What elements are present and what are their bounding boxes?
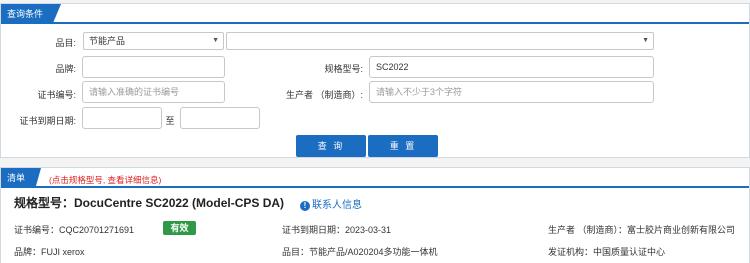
contact-info-label: 联系人信息 bbox=[312, 200, 362, 211]
list-panel-header: 清单 (点击规格型号, 查看详细信息) bbox=[1, 168, 749, 188]
list-hint: (点击规格型号, 查看详细信息) bbox=[49, 175, 162, 185]
expiry-to-input[interactable] bbox=[180, 107, 260, 129]
subcategory-select[interactable]: ▼ bbox=[226, 32, 654, 50]
cert-no-label: 证书编号: bbox=[37, 90, 76, 100]
cert-no-value: 证书编号：CQC20701271691 bbox=[14, 225, 135, 235]
model-input[interactable]: SC2022 bbox=[369, 56, 654, 78]
model-label: 规格型号: bbox=[324, 64, 363, 74]
status-badge: 有效 bbox=[163, 221, 196, 235]
brand-label: 品牌: bbox=[55, 64, 76, 74]
product-model-link[interactable]: 规格型号：DocuCentre SC2022 (Model-CPS DA) bbox=[14, 194, 284, 211]
category-value: 品目：节能产品/A020204多功能一体机 bbox=[282, 247, 438, 257]
query-tab: 查询条件 bbox=[1, 4, 62, 24]
list-tab: 清单 bbox=[1, 168, 42, 188]
search-button[interactable]: 查 询 bbox=[296, 135, 366, 157]
cert-no-input[interactable]: 请输入准确的证书编号 bbox=[82, 81, 225, 103]
expiry-label: 证书到期日期: bbox=[19, 116, 76, 126]
category-select[interactable]: 节能产品 ▼ bbox=[83, 32, 224, 50]
producer-input[interactable]: 请输入不少于3个字符 bbox=[369, 81, 654, 103]
expiry-value: 证书到期日期：2023-03-31 bbox=[282, 225, 392, 235]
info-icon: ! bbox=[300, 201, 310, 211]
producer-label: 生产者 （制造商）: bbox=[285, 90, 363, 100]
expiry-from-input[interactable] bbox=[82, 107, 162, 129]
query-panel-header: 查询条件 bbox=[1, 4, 749, 24]
reset-button[interactable]: 重 置 bbox=[368, 135, 438, 157]
chevron-down-icon: ▼ bbox=[642, 37, 649, 44]
chevron-down-icon: ▼ bbox=[212, 37, 219, 44]
expiry-to-label: 至 bbox=[165, 116, 175, 126]
issuer-value: 发证机构：中国质量认证中心 bbox=[548, 247, 666, 257]
contact-info-link[interactable]: ! 联系人信息 bbox=[300, 196, 362, 211]
brand-value: 品牌：FUJI xerox bbox=[14, 247, 85, 257]
producer-value: 生产者 （制造商）：富士胶片商业创新有限公司 bbox=[548, 225, 736, 235]
category-label: 品目: bbox=[55, 38, 76, 48]
brand-input[interactable] bbox=[82, 56, 225, 78]
category-select-value: 节能产品 bbox=[89, 36, 126, 46]
